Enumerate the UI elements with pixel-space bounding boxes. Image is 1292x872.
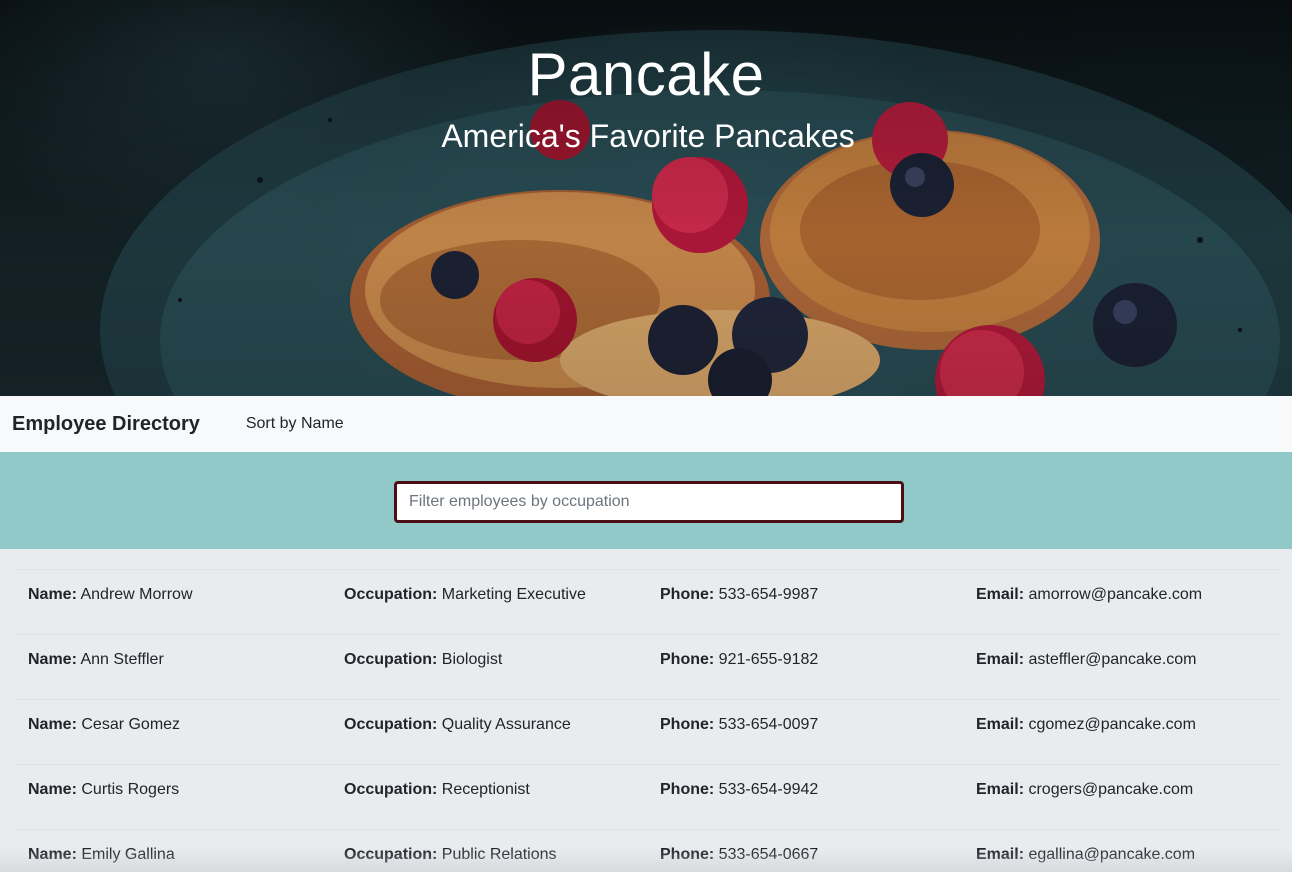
employee-email: asteffler@pancake.com (1028, 651, 1197, 668)
name-cell: Name: Ann Steffler (16, 650, 332, 670)
table-row: Name: Curtis Rogers Occupation: Receptio… (16, 764, 1280, 829)
phone-cell: Phone: 533-654-9987 (648, 585, 964, 605)
occupation-label: Occupation: (344, 781, 438, 798)
employee-email: crogers@pancake.com (1028, 781, 1194, 798)
phone-label: Phone: (660, 781, 715, 798)
occupation-cell: Occupation: Biologist (332, 650, 648, 670)
hero-banner: Pancake America's Favorite Pancakes (0, 0, 1292, 396)
occupation-filter-input[interactable] (394, 481, 904, 523)
occupation-cell: Occupation: Marketing Executive (332, 585, 648, 605)
brand-link[interactable]: Employee Directory (12, 413, 200, 436)
employee-phone: 533-654-9942 (718, 781, 819, 798)
occupation-label: Occupation: (344, 846, 438, 863)
occupation-label: Occupation: (344, 716, 438, 733)
phone-cell: Phone: 921-655-9182 (648, 650, 964, 670)
phone-cell: Phone: 533-654-0097 (648, 715, 964, 735)
phone-label: Phone: (660, 586, 715, 603)
employee-email: amorrow@pancake.com (1028, 586, 1203, 603)
name-cell: Name: Cesar Gomez (16, 715, 332, 735)
employee-occupation: Quality Assurance (441, 716, 571, 733)
email-label: Email: (976, 781, 1025, 798)
name-cell: Name: Emily Gallina (16, 845, 332, 865)
employee-occupation: Marketing Executive (441, 586, 586, 603)
sort-by-name-link[interactable]: Sort by Name (246, 415, 344, 433)
email-cell: Email: egallina@pancake.com (964, 845, 1280, 865)
name-label: Name: (28, 846, 77, 863)
employee-name: Ann Steffler (80, 651, 164, 668)
phone-cell: Phone: 533-654-9942 (648, 780, 964, 800)
phone-label: Phone: (660, 651, 715, 668)
occupation-cell: Occupation: Public Relations (332, 845, 648, 865)
email-label: Email: (976, 586, 1025, 603)
email-label: Email: (976, 716, 1025, 733)
occupation-cell: Occupation: Receptionist (332, 780, 648, 800)
email-label: Email: (976, 651, 1025, 668)
employee-phone: 921-655-9182 (718, 651, 819, 668)
name-label: Name: (28, 716, 77, 733)
occupation-label: Occupation: (344, 586, 438, 603)
email-cell: Email: amorrow@pancake.com (964, 585, 1280, 605)
search-section (0, 452, 1292, 549)
name-cell: Name: Andrew Morrow (16, 585, 332, 605)
employee-table: Name: Andrew Morrow Occupation: Marketin… (16, 569, 1280, 872)
employee-name: Emily Gallina (81, 846, 175, 863)
name-label: Name: (28, 651, 77, 668)
phone-label: Phone: (660, 716, 715, 733)
employee-phone: 533-654-9987 (718, 586, 819, 603)
occupation-cell: Occupation: Quality Assurance (332, 715, 648, 735)
hero-title: Pancake (527, 41, 765, 108)
phone-label: Phone: (660, 846, 715, 863)
table-row: Name: Emily Gallina Occupation: Public R… (16, 829, 1280, 872)
employee-name: Cesar Gomez (81, 716, 181, 733)
name-label: Name: (28, 781, 77, 798)
table-row: Name: Ann Steffler Occupation: Biologist… (16, 634, 1280, 699)
employee-email: egallina@pancake.com (1028, 846, 1196, 863)
employee-phone: 533-654-0097 (718, 716, 819, 733)
employee-email: cgomez@pancake.com (1028, 716, 1196, 733)
name-cell: Name: Curtis Rogers (16, 780, 332, 800)
occupation-label: Occupation: (344, 651, 438, 668)
email-cell: Email: crogers@pancake.com (964, 780, 1280, 800)
employee-occupation: Receptionist (441, 781, 530, 798)
table-row: Name: Andrew Morrow Occupation: Marketin… (16, 569, 1280, 634)
email-cell: Email: asteffler@pancake.com (964, 650, 1280, 670)
employee-occupation: Public Relations (441, 846, 557, 863)
email-label: Email: (976, 846, 1025, 863)
table-row: Name: Cesar Gomez Occupation: Quality As… (16, 699, 1280, 764)
employee-name: Andrew Morrow (80, 586, 193, 603)
employee-occupation: Biologist (441, 651, 503, 668)
name-label: Name: (28, 586, 77, 603)
navbar: Employee Directory Sort by Name (0, 396, 1292, 452)
hero-subtitle: America's Favorite Pancakes (441, 118, 855, 154)
email-cell: Email: cgomez@pancake.com (964, 715, 1280, 735)
employee-phone: 533-654-0667 (718, 846, 819, 863)
employee-name: Curtis Rogers (81, 781, 180, 798)
phone-cell: Phone: 533-654-0667 (648, 845, 964, 865)
